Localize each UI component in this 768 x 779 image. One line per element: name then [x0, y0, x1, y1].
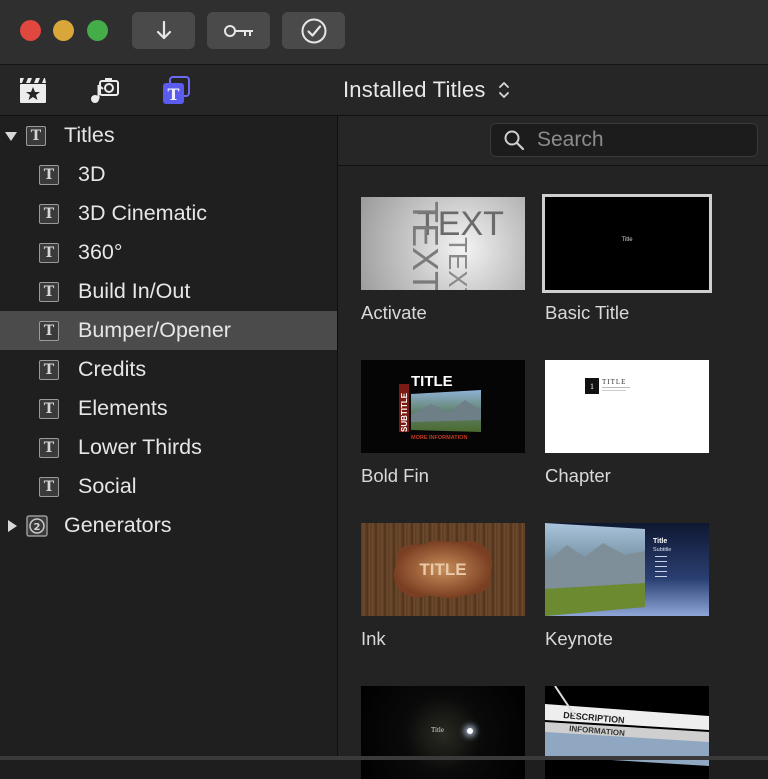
titles-generators-icon: T [163, 76, 190, 104]
tile-label: Activate [361, 302, 427, 323]
tile-label: Chapter [545, 465, 611, 486]
sidebar: T Titles T 3D T 3D Cinematic T 360° T Bu… [0, 116, 338, 760]
tile-label: Ink [361, 628, 386, 649]
sidebar-item-credits[interactable]: T Credits [0, 350, 337, 389]
title-icon: T [39, 320, 59, 341]
title-icon: T [39, 398, 59, 419]
bottom-divider [0, 756, 768, 760]
title-icon: T [39, 281, 59, 302]
title-icon: T [39, 437, 59, 458]
window-titlebar [0, 0, 768, 65]
music-sound-tab[interactable] [88, 74, 120, 106]
svg-text:TEXT: TEXT [443, 237, 473, 290]
generators-icon: 2 [26, 514, 48, 537]
title-tile-ink[interactable]: TITLE Ink [361, 523, 525, 650]
search-bar [338, 116, 768, 166]
sidebar-item-social[interactable]: T Social [0, 467, 337, 506]
tile-label: Basic Title [545, 302, 630, 323]
installed-titles-popup[interactable]: Installed Titles [343, 77, 510, 103]
close-window-button[interactable] [20, 20, 41, 41]
background-tasks-button[interactable] [282, 12, 345, 49]
titles-generators-tab[interactable]: T [160, 74, 192, 106]
checkmark-circle-icon [301, 18, 326, 43]
search-input[interactable] [535, 127, 739, 153]
minimize-window-button[interactable] [53, 20, 74, 41]
installed-titles-label: Installed Titles [343, 77, 486, 102]
titles-icon: T [26, 125, 46, 146]
sidebar-item-bumper-opener[interactable]: T Bumper/Opener [0, 311, 337, 350]
thumbnail-keynote: Title Subtitle [545, 523, 709, 616]
svg-text:TEXT: TEXT [405, 201, 446, 290]
music-camera-icon [91, 78, 119, 103]
title-tile-activate[interactable]: TEXT TEXT TEXT Activate [361, 197, 525, 324]
tile-label: Keynote [545, 628, 613, 649]
chevron-updown-icon [498, 82, 509, 98]
search-icon [504, 130, 525, 151]
svg-text:TITLE: TITLE [419, 560, 466, 579]
title-icon: T [39, 476, 59, 497]
disclosure-triangle-collapsed-icon[interactable] [5, 519, 19, 533]
svg-text:Subtitle: Subtitle [653, 547, 671, 553]
title-tile-8[interactable]: DESCRIPTION INFORMATION [545, 686, 709, 779]
thumbnail-basic-title: Title [542, 194, 712, 293]
svg-text:T: T [168, 85, 180, 104]
title-tile-bold-fin[interactable]: SUBTITLE TITLE MORE INFORMATION Bold Fin [361, 360, 525, 487]
thumbnail-8: DESCRIPTION INFORMATION [545, 686, 709, 779]
svg-text:MORE INFORMATION: MORE INFORMATION [411, 435, 467, 441]
sidebar-category-generators[interactable]: 2 Generators [0, 506, 337, 545]
title-icon: T [39, 164, 59, 185]
titles-browser: TEXT TEXT TEXT Activate Title Basic Titl… [338, 116, 768, 779]
title-tile-chapter[interactable]: 1 TITLE Chapter [545, 360, 709, 487]
search-field[interactable] [490, 123, 758, 157]
sidebar-category-titles[interactable]: T Titles [0, 116, 337, 155]
svg-text:2: 2 [34, 522, 41, 533]
zoom-window-button[interactable] [87, 20, 108, 41]
thumbnail-bold-fin: SUBTITLE TITLE MORE INFORMATION [361, 360, 525, 453]
thumbnail-7: Title [361, 686, 525, 779]
title-tile-keynote[interactable]: Title Subtitle Keynote [545, 523, 709, 650]
disclosure-triangle-expanded-icon[interactable] [4, 129, 18, 143]
title-icon: T [39, 203, 59, 224]
sidebar-item-3d[interactable]: T 3D [0, 155, 337, 194]
sidebar-item-elements[interactable]: T Elements [0, 389, 337, 428]
photos-video-tab[interactable] [17, 74, 49, 106]
sidebar-item-lower-thirds[interactable]: T Lower Thirds [0, 428, 337, 467]
import-button[interactable] [132, 12, 195, 49]
clapper-star-icon [20, 78, 46, 103]
key-icon [223, 24, 253, 37]
svg-text:Title: Title [653, 538, 667, 545]
title-tile-basic-title[interactable]: Title Basic Title [542, 194, 712, 324]
sidebar-item-3d-cinematic[interactable]: T 3D Cinematic [0, 194, 337, 233]
sidebar-item-build-in-out[interactable]: T Build In/Out [0, 272, 337, 311]
title-icon: T [39, 359, 59, 380]
tile-label: Bold Fin [361, 465, 429, 486]
thumbnail-chapter: 1 TITLE [545, 360, 709, 453]
thumbnail-ink: TITLE [361, 523, 525, 616]
sidebar-item-360[interactable]: T 360° [0, 233, 337, 272]
svg-text:SUBTITLE: SUBTITLE [400, 392, 409, 432]
title-tile-7[interactable]: Title [361, 686, 525, 779]
thumbnail-activate: TEXT TEXT TEXT [361, 197, 525, 290]
keywords-button[interactable] [207, 12, 270, 49]
svg-text:TITLE: TITLE [411, 373, 453, 390]
download-icon [156, 20, 171, 39]
title-icon: T [39, 242, 59, 263]
